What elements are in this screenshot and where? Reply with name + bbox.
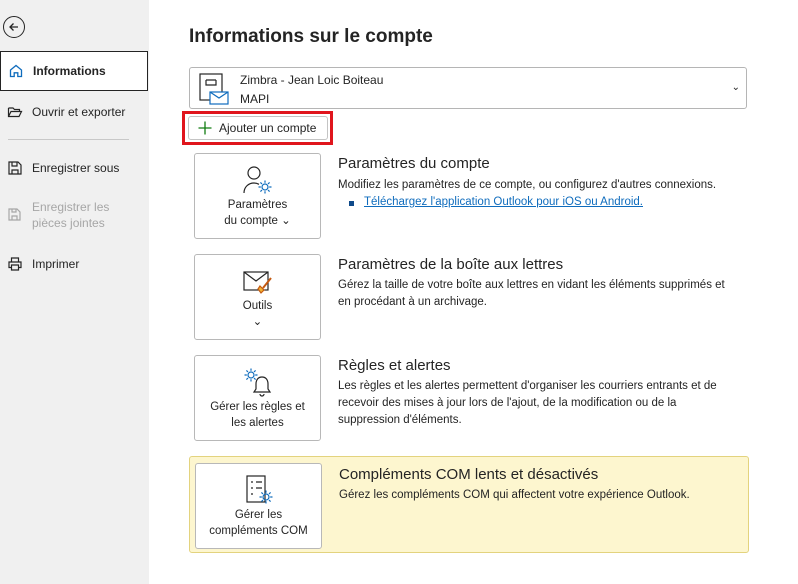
chevron-down-icon: ⌄ [252, 316, 263, 328]
nav-item-print[interactable]: Imprimer [0, 252, 148, 276]
section-description-line2: en procédant à un archivage. [338, 296, 487, 308]
page-title: Informations sur le compte [189, 26, 433, 47]
section-description-line3: suppression d'éléments. [338, 414, 462, 426]
account-type: MAPI [240, 92, 270, 106]
nav-item-label: Imprimer [32, 257, 80, 271]
account-dropdown[interactable]: Zimbra - Jean Loic Boiteau MAPI ⌄ [189, 67, 747, 109]
nav-item-informations[interactable]: Informations [0, 51, 148, 91]
tile-label-line2: compléments COM [209, 525, 308, 537]
section-com-addins: Gérer les compléments COM Compléments CO… [189, 456, 749, 553]
manage-rules-button[interactable]: Gérer les règles et les alertes [194, 355, 321, 441]
nav-divider [8, 139, 129, 140]
chevron-down-icon: ⌄ [281, 215, 291, 227]
tile-label-line1: Gérer les règles et [210, 401, 305, 413]
tile-label-line1: Paramètres [227, 199, 288, 211]
com-addins-icon [245, 475, 272, 504]
manage-com-addins-button[interactable]: Gérer les compléments COM [195, 463, 322, 549]
section-account-settings: Paramètres du compte ⌄ Paramètres du com… [189, 153, 749, 239]
bullet-icon [349, 201, 354, 206]
tile-label-line2: du compte ⌄ [224, 215, 291, 227]
account-name: Zimbra - Jean Loic Boiteau [240, 73, 384, 87]
nav-item-save-attachments[interactable]: Enregistrer les pièces jointes [0, 199, 148, 233]
nav-item-label: Ouvrir et exporter [32, 105, 126, 119]
back-button[interactable] [3, 16, 25, 38]
printer-icon [6, 255, 24, 273]
section-title: Paramètres du compte [338, 155, 490, 172]
account-settings-icon [242, 166, 271, 194]
folder-open-icon [6, 103, 24, 121]
mailbox-icon [199, 73, 229, 105]
section-title: Règles et alertes [338, 357, 451, 374]
account-settings-button[interactable]: Paramètres du compte ⌄ [194, 153, 321, 239]
section-title: Compléments COM lents et désactivés [339, 466, 599, 483]
main-content: Informations sur le compte Zimbra - Jean… [149, 0, 798, 584]
sidebar: Informations Ouvrir et exporter Enregist… [0, 0, 149, 584]
nav-item-open-export[interactable]: Ouvrir et exporter [0, 100, 148, 124]
tile-label-line2: les alertes [231, 417, 284, 429]
chevron-down-icon: ⌄ [731, 82, 740, 93]
rules-alerts-icon [244, 368, 271, 397]
section-description: Gérez les compléments COM qui affectent … [339, 489, 690, 501]
section-description-line2: recevoir des mises à jour lors de l'ajou… [338, 397, 677, 409]
outlook-mobile-link[interactable]: Téléchargez l'application Outlook pour i… [364, 196, 643, 208]
section-description-line1: Les règles et les alertes permettent d'o… [338, 380, 717, 392]
add-account-label: Ajouter un compte [219, 121, 317, 135]
tile-label-line1: Gérer les [234, 509, 283, 521]
tile-label-line1: Outils [242, 300, 273, 312]
tools-button[interactable]: Outils ⌄ [194, 254, 321, 340]
nav-item-label: Informations [33, 64, 106, 78]
nav-item-label-line1: Enregistrer les [32, 200, 110, 214]
section-mailbox-settings: Outils ⌄ Paramètres de la boîte aux lett… [189, 254, 749, 340]
section-rules-alerts: Gérer les règles et les alertes Règles e… [189, 355, 749, 441]
home-icon [7, 62, 25, 80]
section-description: Modifiez les paramètres de ce compte, ou… [338, 179, 717, 191]
save-attachments-icon [6, 205, 24, 223]
mailbox-cleanup-icon [242, 271, 272, 294]
back-arrow-icon [9, 23, 18, 31]
nav-item-save-as[interactable]: Enregistrer sous [0, 156, 148, 180]
plus-icon [198, 121, 212, 135]
save-as-icon [6, 159, 24, 177]
nav-item-label: Enregistrer sous [32, 161, 120, 175]
section-title: Paramètres de la boîte aux lettres [338, 256, 564, 273]
add-account-button[interactable]: Ajouter un compte [188, 116, 328, 140]
section-description-line1: Gérez la taille de votre boîte aux lettr… [338, 279, 725, 291]
nav-item-label-line2: pièces jointes [32, 216, 105, 230]
